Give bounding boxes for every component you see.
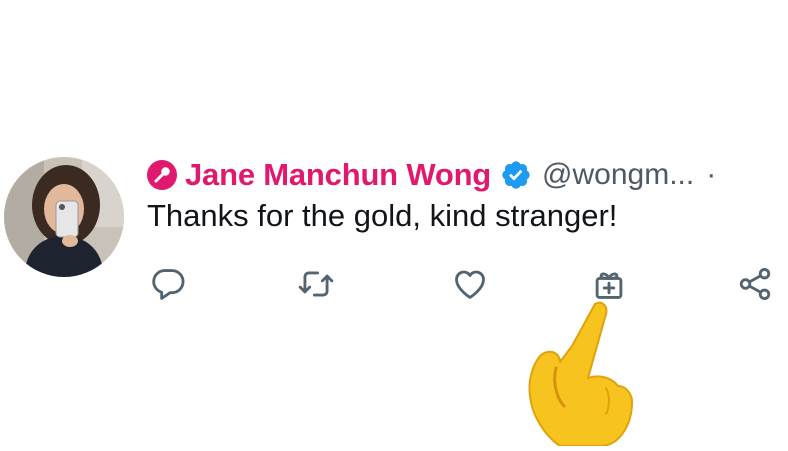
share-button[interactable] (733, 262, 777, 306)
tweet-text: Thanks for the gold, kind stranger! (147, 198, 618, 233)
display-name[interactable]: Jane Manchun Wong (185, 157, 491, 193)
like-button[interactable] (448, 262, 492, 306)
tweet-header: Jane Manchun Wong @wongm... · (147, 155, 716, 195)
verified-badge-icon (500, 159, 532, 191)
user-handle[interactable]: @wongm... (542, 158, 694, 192)
action-bar (0, 262, 788, 312)
retweet-button[interactable] (294, 262, 338, 306)
microphone-icon (147, 160, 177, 190)
reply-icon (152, 269, 185, 300)
share-icon (739, 268, 771, 300)
separator-dot: · (706, 158, 717, 191)
heart-icon (455, 270, 485, 299)
reply-button[interactable] (146, 262, 190, 306)
tweet: Jane Manchun Wong @wongm... · Thanks for… (0, 0, 788, 447)
retweet-icon (298, 271, 334, 297)
pointing-hand-emoji (520, 296, 645, 447)
avatar-photo (4, 157, 124, 277)
avatar[interactable] (4, 157, 124, 277)
